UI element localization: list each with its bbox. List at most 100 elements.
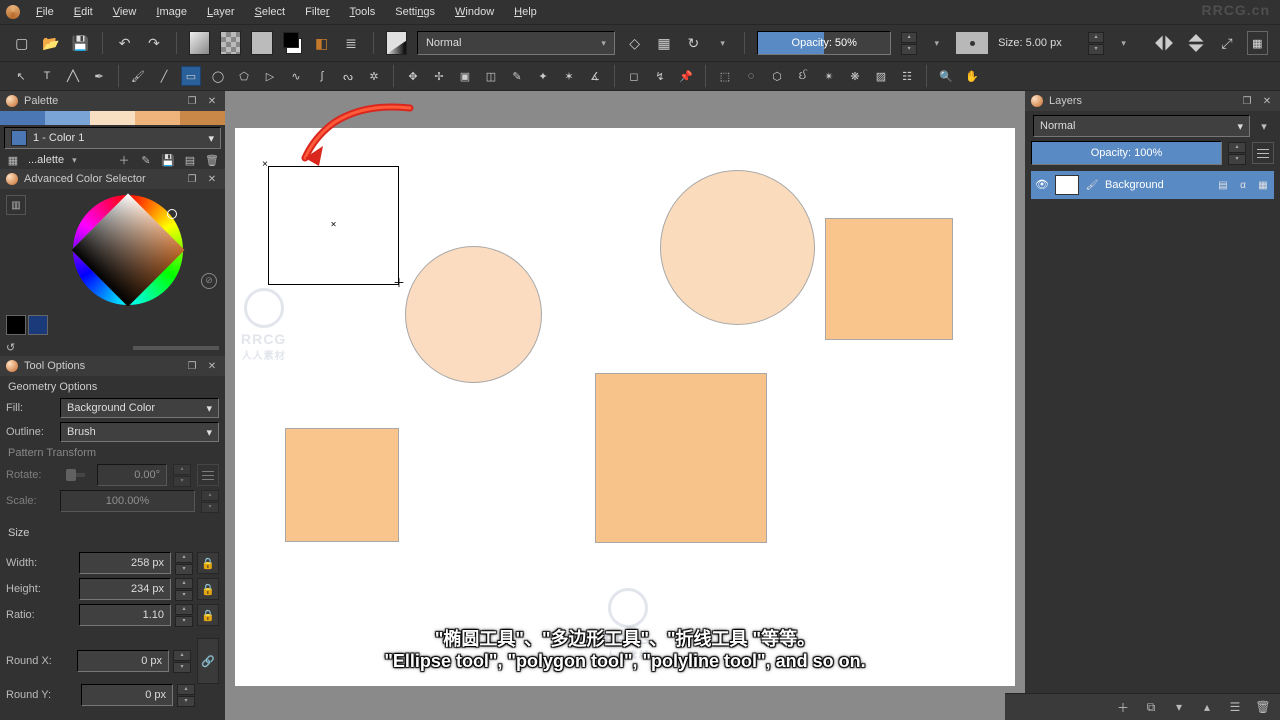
smart-fill-tool[interactable]: ✦ bbox=[534, 67, 552, 85]
palette-list-icon[interactable]: ▤ bbox=[183, 153, 197, 167]
menu-filter[interactable]: Filter bbox=[297, 4, 337, 20]
bezier-tool[interactable]: ∿ bbox=[287, 67, 305, 85]
select-polygonal-icon[interactable]: ⬡ bbox=[768, 67, 786, 85]
add-layer-icon[interactable]: ＋ bbox=[1116, 700, 1130, 714]
height-input[interactable]: 234 px bbox=[79, 578, 171, 600]
reload-icon[interactable]: ↻ bbox=[684, 32, 703, 54]
edit-color-icon[interactable]: ✎ bbox=[139, 153, 153, 167]
roundy-spinner[interactable]: ▴▾ bbox=[177, 684, 195, 706]
move-layer-up-icon[interactable]: ▴ bbox=[1200, 700, 1214, 714]
menu-image[interactable]: Image bbox=[148, 4, 195, 20]
multibrush-tool[interactable]: ✲ bbox=[365, 67, 383, 85]
opacity-slider[interactable]: Opacity: 50% bbox=[757, 31, 891, 55]
menu-help[interactable]: Help bbox=[506, 4, 545, 20]
chevron-down-icon[interactable]: ▾ bbox=[927, 32, 946, 54]
pattern-swatch[interactable] bbox=[220, 31, 241, 55]
brush-tool[interactable]: 🖌 bbox=[129, 67, 147, 85]
palette-swatches[interactable] bbox=[0, 111, 225, 125]
menu-select[interactable]: Select bbox=[247, 4, 294, 20]
close-icon[interactable]: ✕ bbox=[205, 359, 219, 373]
select-path-tool[interactable]: ↯ bbox=[651, 67, 669, 85]
close-icon[interactable]: ✕ bbox=[205, 172, 219, 186]
alpha-inherit-icon[interactable]: α bbox=[1236, 178, 1250, 192]
duplicate-layer-icon[interactable]: ⧉ bbox=[1144, 700, 1158, 714]
select-freehand-icon[interactable]: ઈ bbox=[794, 67, 812, 85]
new-file-icon[interactable]: ▢ bbox=[12, 32, 31, 54]
dynamic-brush-tool[interactable]: ᔓ bbox=[339, 67, 357, 85]
color-picker-tool[interactable]: ✎ bbox=[508, 67, 526, 85]
round-link-icon[interactable]: 🔗 bbox=[197, 638, 219, 684]
brush-preview[interactable] bbox=[386, 31, 407, 55]
menu-settings[interactable]: Settings bbox=[387, 4, 443, 20]
roundx-spinner[interactable]: ▴▾ bbox=[173, 650, 191, 672]
blend-mode-dropdown[interactable]: Normal ▾ bbox=[417, 31, 615, 55]
delete-color-icon[interactable]: 🗑 bbox=[205, 153, 219, 167]
float-panel-icon[interactable]: ❐ bbox=[185, 172, 199, 186]
line-tool[interactable]: ╱ bbox=[155, 67, 173, 85]
drawing-rectangle[interactable]: × × ＋ bbox=[268, 166, 399, 285]
size-spinner[interactable]: ▴▾ bbox=[1088, 32, 1104, 54]
polygon-tool[interactable]: ⬠ bbox=[235, 67, 253, 85]
ellipse-tool[interactable]: ◯ bbox=[209, 67, 227, 85]
assistant-tool[interactable]: ✶ bbox=[560, 67, 578, 85]
foreground-color[interactable] bbox=[6, 315, 26, 335]
layer-row[interactable]: 👁 🖌 Background ▤ α ▦ bbox=[1031, 171, 1274, 199]
calligraphy-tool[interactable]: ✒ bbox=[90, 67, 108, 85]
ratio-input[interactable]: 1.10 bbox=[79, 604, 171, 626]
history-back-icon[interactable]: ↺ bbox=[6, 341, 15, 354]
menu-tools[interactable]: Tools bbox=[342, 4, 384, 20]
rotate-menu-icon[interactable] bbox=[197, 464, 219, 486]
height-lock-icon[interactable]: 🔒 bbox=[197, 578, 219, 600]
delete-layer-icon[interactable]: 🗑 bbox=[1256, 700, 1270, 714]
menu-file[interactable]: File bbox=[28, 4, 62, 20]
zoom-tool[interactable]: 🔍 bbox=[937, 67, 955, 85]
visibility-icon[interactable]: 👁 bbox=[1035, 178, 1049, 192]
palette-grid-icon[interactable]: ▦ bbox=[6, 153, 20, 167]
save-file-icon[interactable]: 💾 bbox=[71, 32, 90, 54]
acs-layout-icon[interactable]: ▥ bbox=[6, 195, 26, 215]
menu-window[interactable]: Window bbox=[447, 4, 502, 20]
select-rectangular-icon[interactable]: ⬚ bbox=[716, 67, 734, 85]
layer-opacity-spinner[interactable]: ▴▾ bbox=[1228, 142, 1246, 164]
mirror-vertical-icon[interactable] bbox=[1185, 32, 1207, 54]
roundx-input[interactable]: 0 px bbox=[77, 650, 169, 672]
open-file-icon[interactable]: 📂 bbox=[41, 32, 60, 54]
height-spinner[interactable]: ▴▾ bbox=[175, 578, 193, 600]
filter-layers-icon[interactable]: ▾ bbox=[1256, 118, 1272, 134]
polyline-tool[interactable]: ▷ bbox=[261, 67, 279, 85]
pan-tool[interactable]: ✋ bbox=[963, 67, 981, 85]
wrap-around-icon[interactable]: ⤢ bbox=[1217, 32, 1236, 54]
move-layer-tool[interactable]: ✢ bbox=[430, 67, 448, 85]
free-transform-tool[interactable]: ◫ bbox=[482, 67, 500, 85]
layer-blend-dropdown[interactable]: Normal ▾ bbox=[1033, 115, 1250, 137]
move-tool[interactable]: ↖ bbox=[12, 67, 30, 85]
float-panel-icon[interactable]: ❐ bbox=[185, 94, 199, 108]
select-bezier-icon[interactable]: ▨ bbox=[872, 67, 890, 85]
ratio-spinner[interactable]: ▴▾ bbox=[175, 604, 193, 626]
chevron-down-icon[interactable]: ▾ bbox=[1114, 32, 1133, 54]
menu-view[interactable]: View bbox=[105, 4, 145, 20]
canvas-area[interactable]: RRCG 人人素材 RRCG 人人素材 × × ＋ bbox=[225, 91, 1025, 720]
select-rect-tool[interactable]: ◻ bbox=[625, 67, 643, 85]
select-elliptical-icon[interactable]: ◌ bbox=[742, 67, 760, 85]
roundy-input[interactable]: 0 px bbox=[81, 684, 173, 706]
freehand-path-tool[interactable]: ʃ bbox=[313, 67, 331, 85]
clear-color-icon[interactable]: ⊘ bbox=[201, 273, 217, 289]
select-contiguous-icon[interactable]: ✴ bbox=[820, 67, 838, 85]
mirror-horizontal-icon[interactable] bbox=[1153, 32, 1175, 54]
canvas[interactable]: RRCG 人人素材 RRCG 人人素材 × × ＋ bbox=[235, 128, 1015, 686]
layer-actions-icon[interactable]: ▤ bbox=[1216, 178, 1230, 192]
save-palette-icon[interactable]: 💾 bbox=[161, 153, 175, 167]
edit-shapes-tool[interactable] bbox=[64, 67, 82, 85]
select-magnetic-icon[interactable]: ☷ bbox=[898, 67, 916, 85]
move-layer-down-icon[interactable]: ▾ bbox=[1172, 700, 1186, 714]
rectangle-tool[interactable]: ▭ bbox=[181, 66, 201, 86]
list-icon[interactable]: ≣ bbox=[341, 32, 360, 54]
fg-bg-colors[interactable] bbox=[283, 32, 302, 54]
transform-tool[interactable]: ✥ bbox=[404, 67, 422, 85]
redo-icon[interactable]: ↷ bbox=[144, 32, 163, 54]
layer-opacity-slider[interactable]: Opacity: 100% bbox=[1031, 141, 1222, 165]
float-panel-icon[interactable]: ❐ bbox=[185, 359, 199, 373]
fill-dropdown[interactable]: Background Color ▾ bbox=[60, 398, 219, 418]
width-input[interactable]: 258 px bbox=[79, 552, 171, 574]
